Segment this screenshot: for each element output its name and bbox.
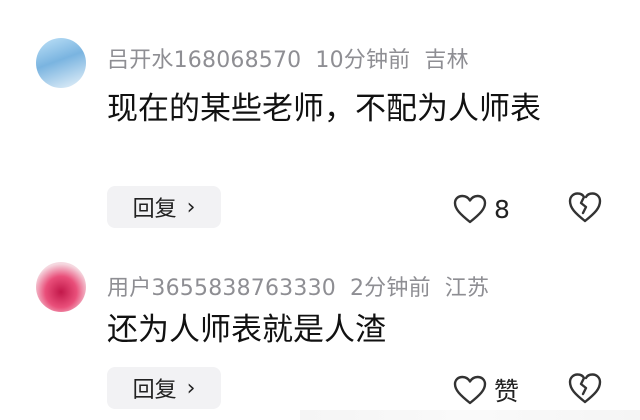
username[interactable]: 用户3655838763330	[107, 276, 336, 301]
heart-icon	[453, 375, 487, 405]
avatar[interactable]	[36, 262, 86, 312]
like-button[interactable]: 8	[452, 188, 510, 230]
like-count: 8	[494, 194, 510, 224]
broken-heart-icon[interactable]	[566, 188, 604, 226]
comment-meta: 用户3655838763330 2分钟前 江苏	[107, 270, 503, 302]
chevron-right-icon: ›	[186, 375, 196, 401]
comment-item: 吕开水168068570 10分钟前 吉林 现在的某些老师，不配为人师表 回复 › …	[0, 0, 640, 245]
location: 吉林	[424, 48, 469, 73]
timestamp: 2分钟前	[349, 276, 431, 301]
like-label: 赞	[494, 377, 520, 406]
broken-heart-icon[interactable]	[566, 369, 604, 407]
comment-text: 现在的某些老师，不配为人师表	[107, 91, 541, 127]
reply-button[interactable]: 回复 ›	[107, 367, 221, 409]
next-comment-preview	[300, 410, 640, 420]
reply-button[interactable]: 回复 ›	[107, 186, 221, 228]
reply-label: 回复	[132, 197, 177, 222]
comment-item: 用户3655838763330 2分钟前 江苏 还为人师表就是人渣 回复 › 赞	[0, 245, 640, 420]
avatar[interactable]	[36, 38, 86, 88]
timestamp: 10分钟前	[315, 48, 411, 73]
comment-meta: 吕开水168068570 10分钟前 吉林	[107, 42, 483, 74]
like-button[interactable]: 赞	[452, 369, 519, 411]
reply-label: 回复	[132, 378, 177, 403]
username[interactable]: 吕开水168068570	[107, 48, 301, 73]
location: 江苏	[444, 276, 490, 301]
heart-icon	[453, 194, 487, 224]
chevron-right-icon: ›	[186, 194, 196, 220]
comment-text: 还为人师表就是人渣	[107, 312, 386, 348]
